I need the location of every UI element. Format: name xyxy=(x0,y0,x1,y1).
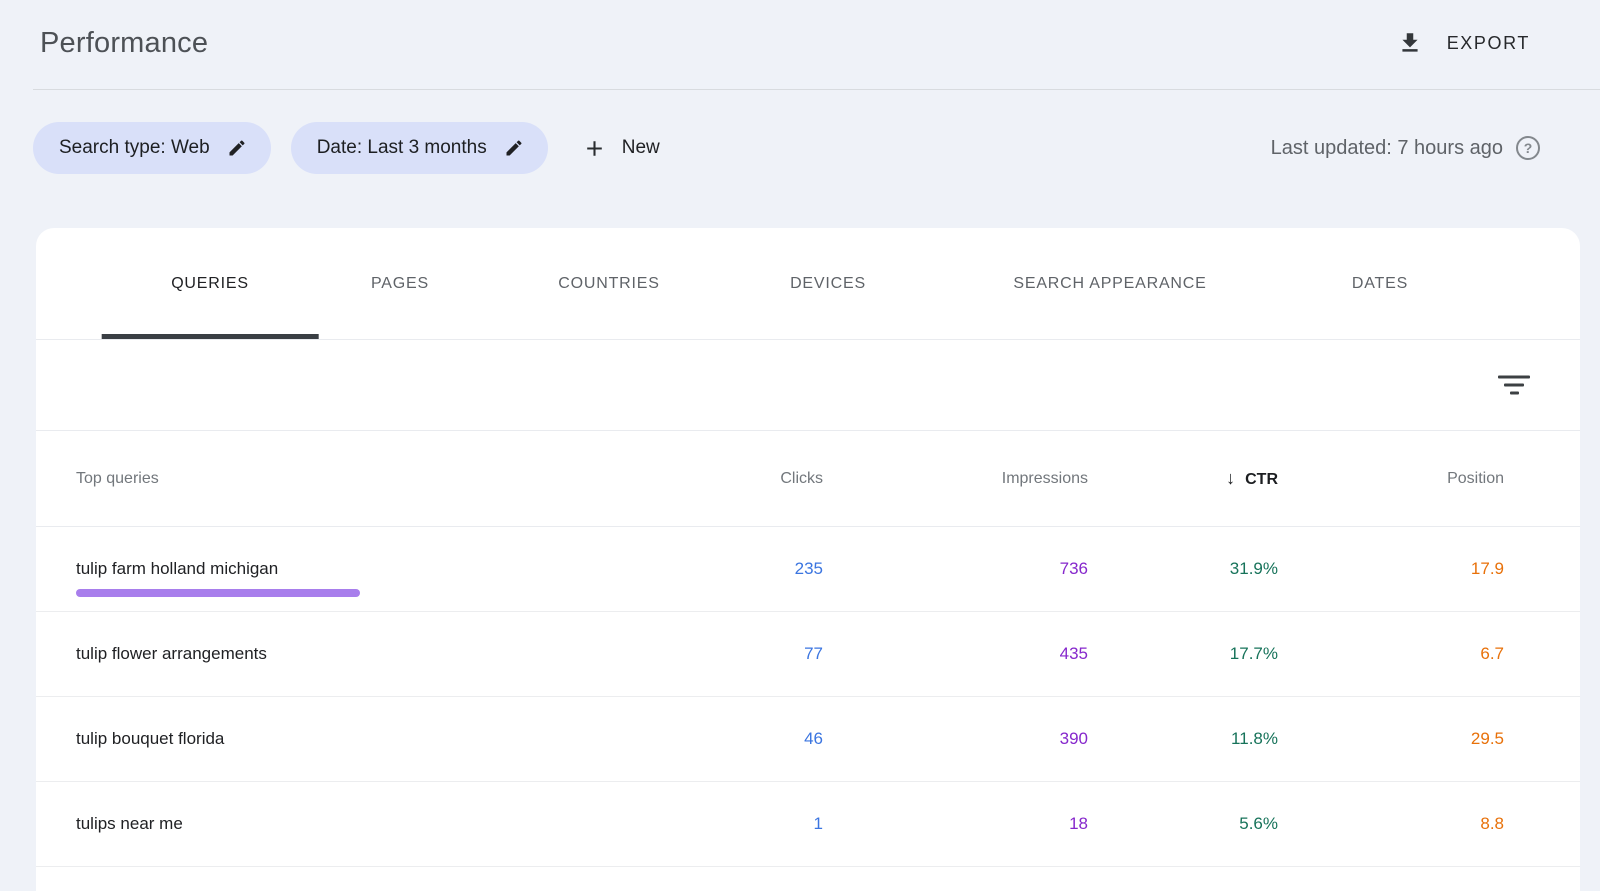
impressions-cell: 18 xyxy=(823,814,1088,834)
column-header-position[interactable]: Position xyxy=(1278,470,1504,488)
position-cell: 17.9 xyxy=(1278,559,1504,579)
query-cell: tulip bouquet florida xyxy=(76,697,693,781)
help-circle-icon[interactable]: ? xyxy=(1516,136,1540,160)
clicks-cell: 46 xyxy=(693,729,823,749)
filter-chip-label: Date: Last 3 months xyxy=(317,137,487,159)
table-row[interactable]: tulip flower arrangements 77 435 17.7% 6… xyxy=(36,612,1580,697)
filter-chip-date[interactable]: Date: Last 3 months xyxy=(291,122,548,174)
impressions-cell: 390 xyxy=(823,729,1088,749)
download-icon xyxy=(1397,30,1423,56)
position-cell: 6.7 xyxy=(1278,644,1504,664)
clicks-cell: 1 xyxy=(693,814,823,834)
filter-chips: Search type: Web Date: Last 3 months xyxy=(33,122,568,174)
impressions-cell: 736 xyxy=(823,559,1088,579)
impressions-cell: 435 xyxy=(823,644,1088,664)
arrow-down-icon: ↓ xyxy=(1226,468,1235,488)
table-row[interactable]: tulip bouquet florida 46 390 11.8% 29.5 xyxy=(36,697,1580,782)
query-text: tulip bouquet florida xyxy=(76,729,224,749)
page-header: Performance EXPORT xyxy=(0,0,1600,76)
column-header-clicks[interactable]: Clicks xyxy=(693,470,823,488)
filter-bar: Search type: Web Date: Last 3 months New… xyxy=(0,122,1600,174)
ctr-header-label: CTR xyxy=(1245,471,1278,488)
tab-pages[interactable]: PAGES xyxy=(371,228,429,339)
tab-devices[interactable]: DEVICES xyxy=(790,228,866,339)
edit-pencil-icon xyxy=(504,138,524,158)
filter-rows-button[interactable] xyxy=(1492,370,1536,401)
column-header-impressions[interactable]: Impressions xyxy=(823,470,1088,488)
report-tabs: QUERIES PAGES COUNTRIES DEVICES SEARCH A… xyxy=(36,228,1580,340)
query-cell: tulip flower arrangements xyxy=(76,612,693,696)
last-updated-text: Last updated: 7 hours ago xyxy=(1271,137,1503,160)
clicks-cell: 235 xyxy=(693,559,823,579)
filter-chip-search-type[interactable]: Search type: Web xyxy=(33,122,271,174)
last-updated: Last updated: 7 hours ago ? xyxy=(1271,136,1540,160)
page-title: Performance xyxy=(40,27,208,60)
new-filter-button[interactable]: New xyxy=(582,136,660,161)
plus-icon xyxy=(582,136,607,161)
clicks-cell: 77 xyxy=(693,644,823,664)
column-header-ctr[interactable]: ↓ CTR xyxy=(1088,468,1278,489)
query-cell: tulip farm holland michigan xyxy=(76,527,693,611)
tab-countries[interactable]: COUNTRIES xyxy=(558,228,659,339)
table-row[interactable]: tulip farm holland michigan 235 736 31.9… xyxy=(36,527,1580,612)
table-body: tulip farm holland michigan 235 736 31.9… xyxy=(36,527,1580,867)
highlight-underline xyxy=(76,589,360,597)
export-button[interactable]: EXPORT xyxy=(1397,30,1530,56)
position-cell: 8.8 xyxy=(1278,814,1504,834)
edit-pencil-icon xyxy=(227,138,247,158)
table-row[interactable]: tulips near me 1 18 5.6% 8.8 xyxy=(36,782,1580,867)
ctr-cell: 5.6% xyxy=(1088,814,1278,834)
query-cell: tulips near me xyxy=(76,782,693,866)
query-text: tulip flower arrangements xyxy=(76,644,267,664)
position-cell: 29.5 xyxy=(1278,729,1504,749)
tab-dates[interactable]: DATES xyxy=(1352,228,1408,339)
ctr-cell: 31.9% xyxy=(1088,559,1278,579)
export-label: EXPORT xyxy=(1447,33,1530,54)
query-text: tulip farm holland michigan xyxy=(76,559,278,579)
header-divider xyxy=(33,89,1600,90)
tab-search-appearance[interactable]: SEARCH APPEARANCE xyxy=(1013,228,1206,339)
ctr-cell: 17.7% xyxy=(1088,644,1278,664)
new-filter-label: New xyxy=(622,137,660,159)
ctr-cell: 11.8% xyxy=(1088,729,1278,749)
column-header-top-queries[interactable]: Top queries xyxy=(76,470,693,488)
tab-queries[interactable]: QUERIES xyxy=(171,228,249,339)
report-card: QUERIES PAGES COUNTRIES DEVICES SEARCH A… xyxy=(36,228,1580,891)
table-header-row: Top queries Clicks Impressions ↓ CTR Posi… xyxy=(36,431,1580,527)
performance-page: Performance EXPORT Search type: Web Date… xyxy=(0,0,1600,891)
table-toolbar xyxy=(36,340,1580,431)
filter-icon xyxy=(1498,376,1530,395)
filter-chip-label: Search type: Web xyxy=(59,137,210,159)
query-text: tulips near me xyxy=(76,814,183,834)
